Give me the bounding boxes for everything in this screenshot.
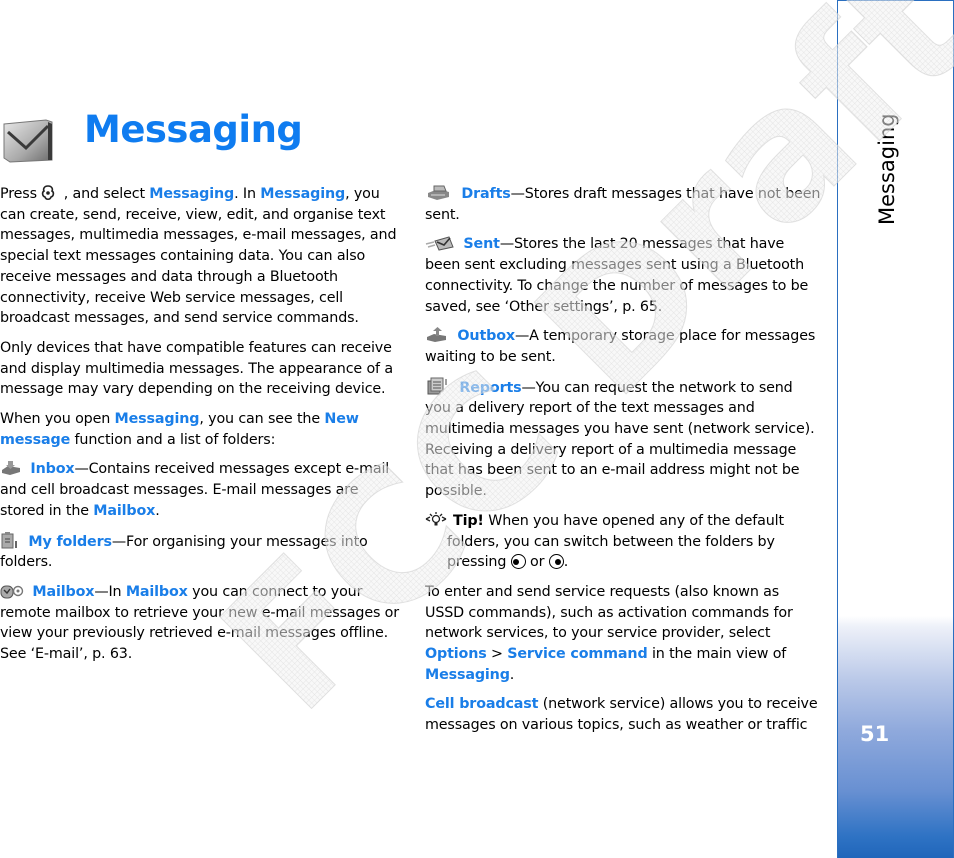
reports-icon <box>427 377 447 395</box>
folder-item-mailbox: Mailbox—In Mailbox you can connect to yo… <box>0 582 400 665</box>
text: , and select <box>63 186 150 202</box>
page-number: 51 <box>860 722 890 746</box>
text: . <box>155 502 160 519</box>
link-cell-broadcast[interactable]: Cell broadcast <box>425 696 538 712</box>
intro-paragraph: Press , and select Messaging. In Messagi… <box>0 184 400 329</box>
link-options[interactable]: Options <box>425 646 487 662</box>
folder-label-mailbox[interactable]: Mailbox <box>32 584 94 600</box>
folder-label-drafts[interactable]: Drafts <box>461 186 510 202</box>
outbox-icon <box>427 327 446 343</box>
folder-item-drafts: Drafts—Stores draft messages that have n… <box>425 184 821 225</box>
menu-key-icon <box>42 185 55 201</box>
text: in the main view of <box>647 646 787 663</box>
folder-item-reports: Reports—You can request the network to s… <box>425 377 821 502</box>
text: —You can request the network to send you… <box>425 379 815 500</box>
folder-label-inbox[interactable]: Inbox <box>30 461 74 477</box>
text: , you can see the <box>199 411 325 428</box>
text: . <box>509 666 515 683</box>
text: To enter and send service requests (also… <box>425 583 793 642</box>
text: When you open <box>0 411 115 428</box>
text: Press <box>0 186 42 202</box>
folder-label-sent[interactable]: Sent <box>463 236 500 252</box>
link-service-command[interactable]: Service command <box>507 646 647 662</box>
text: > <box>486 646 508 663</box>
open-paragraph: When you open Messaging, you can see the… <box>0 409 400 450</box>
link-messaging[interactable]: Messaging <box>149 186 234 202</box>
text: . <box>563 554 569 571</box>
folder-label-reports[interactable]: Reports <box>459 380 521 396</box>
folder-label-my-folders[interactable]: My folders <box>28 534 112 550</box>
tip-lightbulb-icon <box>425 511 447 526</box>
folder-label-outbox[interactable]: Outbox <box>457 328 515 344</box>
text: or <box>525 554 549 571</box>
folder-item-my-folders: My folders—For organising your messages … <box>0 531 400 573</box>
scroll-left-key-icon <box>510 554 526 570</box>
link-messaging[interactable]: Messaging <box>115 411 200 427</box>
manual-page: Messaging 51 Messaging Press , and selec… <box>0 0 954 858</box>
scroll-right-key-icon <box>548 554 564 570</box>
sent-icon <box>425 236 454 251</box>
envelope-icon <box>3 119 53 163</box>
inbox-icon <box>2 461 20 476</box>
side-tab-label: Messaging <box>875 113 899 225</box>
my-folders-icon <box>1 531 17 549</box>
folder-item-sent: Sent—Stores the last 20 messages that ha… <box>425 234 821 317</box>
mailbox-icon <box>0 585 24 599</box>
text: When you have opened any of the default … <box>447 512 784 571</box>
cell-broadcast-paragraph: Cell broadcast (network service) allows … <box>425 694 821 735</box>
text: , you can create, send, receive, view, e… <box>0 186 397 327</box>
ussd-paragraph: To enter and send service requests (also… <box>425 582 821 686</box>
compat-paragraph: Only devices that have compatible featur… <box>0 339 393 398</box>
folder-item-inbox: Inbox—Contains received messages except … <box>0 459 400 521</box>
tip-label: Tip! <box>453 512 484 529</box>
text: —In <box>94 583 126 600</box>
link-messaging[interactable]: Messaging <box>425 667 510 683</box>
text: function and a list of folders: <box>70 431 276 448</box>
folder-item-outbox: Outbox—A temporary storage place for mes… <box>425 326 821 367</box>
link-messaging[interactable]: Messaging <box>260 186 345 202</box>
left-column: Press , and select Messaging. In Messagi… <box>0 184 400 674</box>
text: . In <box>234 186 261 202</box>
link-mailbox[interactable]: Mailbox <box>93 503 155 519</box>
tip-paragraph: Tip! When you have opened any of the def… <box>425 511 821 573</box>
drafts-icon <box>428 185 449 200</box>
right-column: Drafts—Stores draft messages that have n… <box>425 184 821 745</box>
chapter-title: Messaging <box>84 108 303 151</box>
link-mailbox[interactable]: Mailbox <box>126 584 188 600</box>
